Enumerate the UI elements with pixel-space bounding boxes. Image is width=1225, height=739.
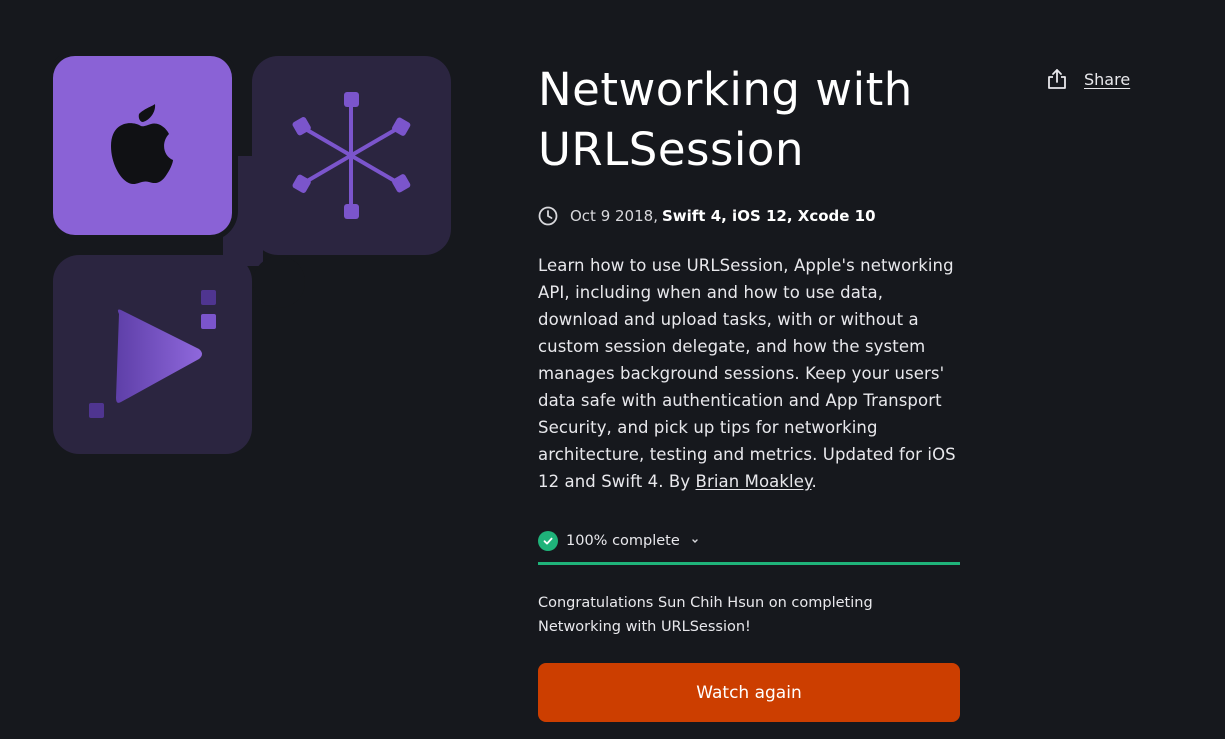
course-info: Networking with URLSession Oct 9 2018, S… [538, 60, 960, 722]
page-title: Networking with URLSession [538, 60, 960, 180]
check-circle-icon [538, 531, 558, 551]
progress-label: 100% complete [566, 533, 680, 549]
tech-versions: Swift 4, iOS 12, Xcode 10 [661, 207, 876, 225]
share-button[interactable]: Share [1046, 68, 1130, 90]
watch-again-button[interactable]: Watch again [538, 663, 960, 722]
title-line-1: Networking with [538, 63, 913, 116]
progress-toggle[interactable]: 100% complete [538, 529, 960, 553]
share-label: Share [1084, 69, 1131, 89]
share-icon [1046, 68, 1068, 90]
course-detail-page: Networking with URLSession Oct 9 2018, S… [0, 0, 1225, 739]
course-artwork [53, 56, 453, 456]
description-end: . [811, 472, 817, 491]
progress-bar-fill [538, 562, 960, 565]
course-meta: Oct 9 2018, Swift 4, iOS 12, Xcode 10 [538, 206, 960, 226]
title-line-2: URLSession [538, 123, 804, 176]
progress-bar [538, 562, 960, 565]
release-date: Oct 9 2018, [570, 207, 658, 225]
description-text: Learn how to use URLSession, Apple's net… [538, 256, 956, 491]
clock-icon [538, 206, 558, 226]
author-link[interactable]: Brian Moakley [696, 472, 812, 491]
course-description: Learn how to use URLSession, Apple's net… [538, 252, 960, 495]
completion-message: Congratulations Sun Chih Hsun on complet… [538, 595, 873, 635]
chevron-down-icon [690, 536, 700, 546]
